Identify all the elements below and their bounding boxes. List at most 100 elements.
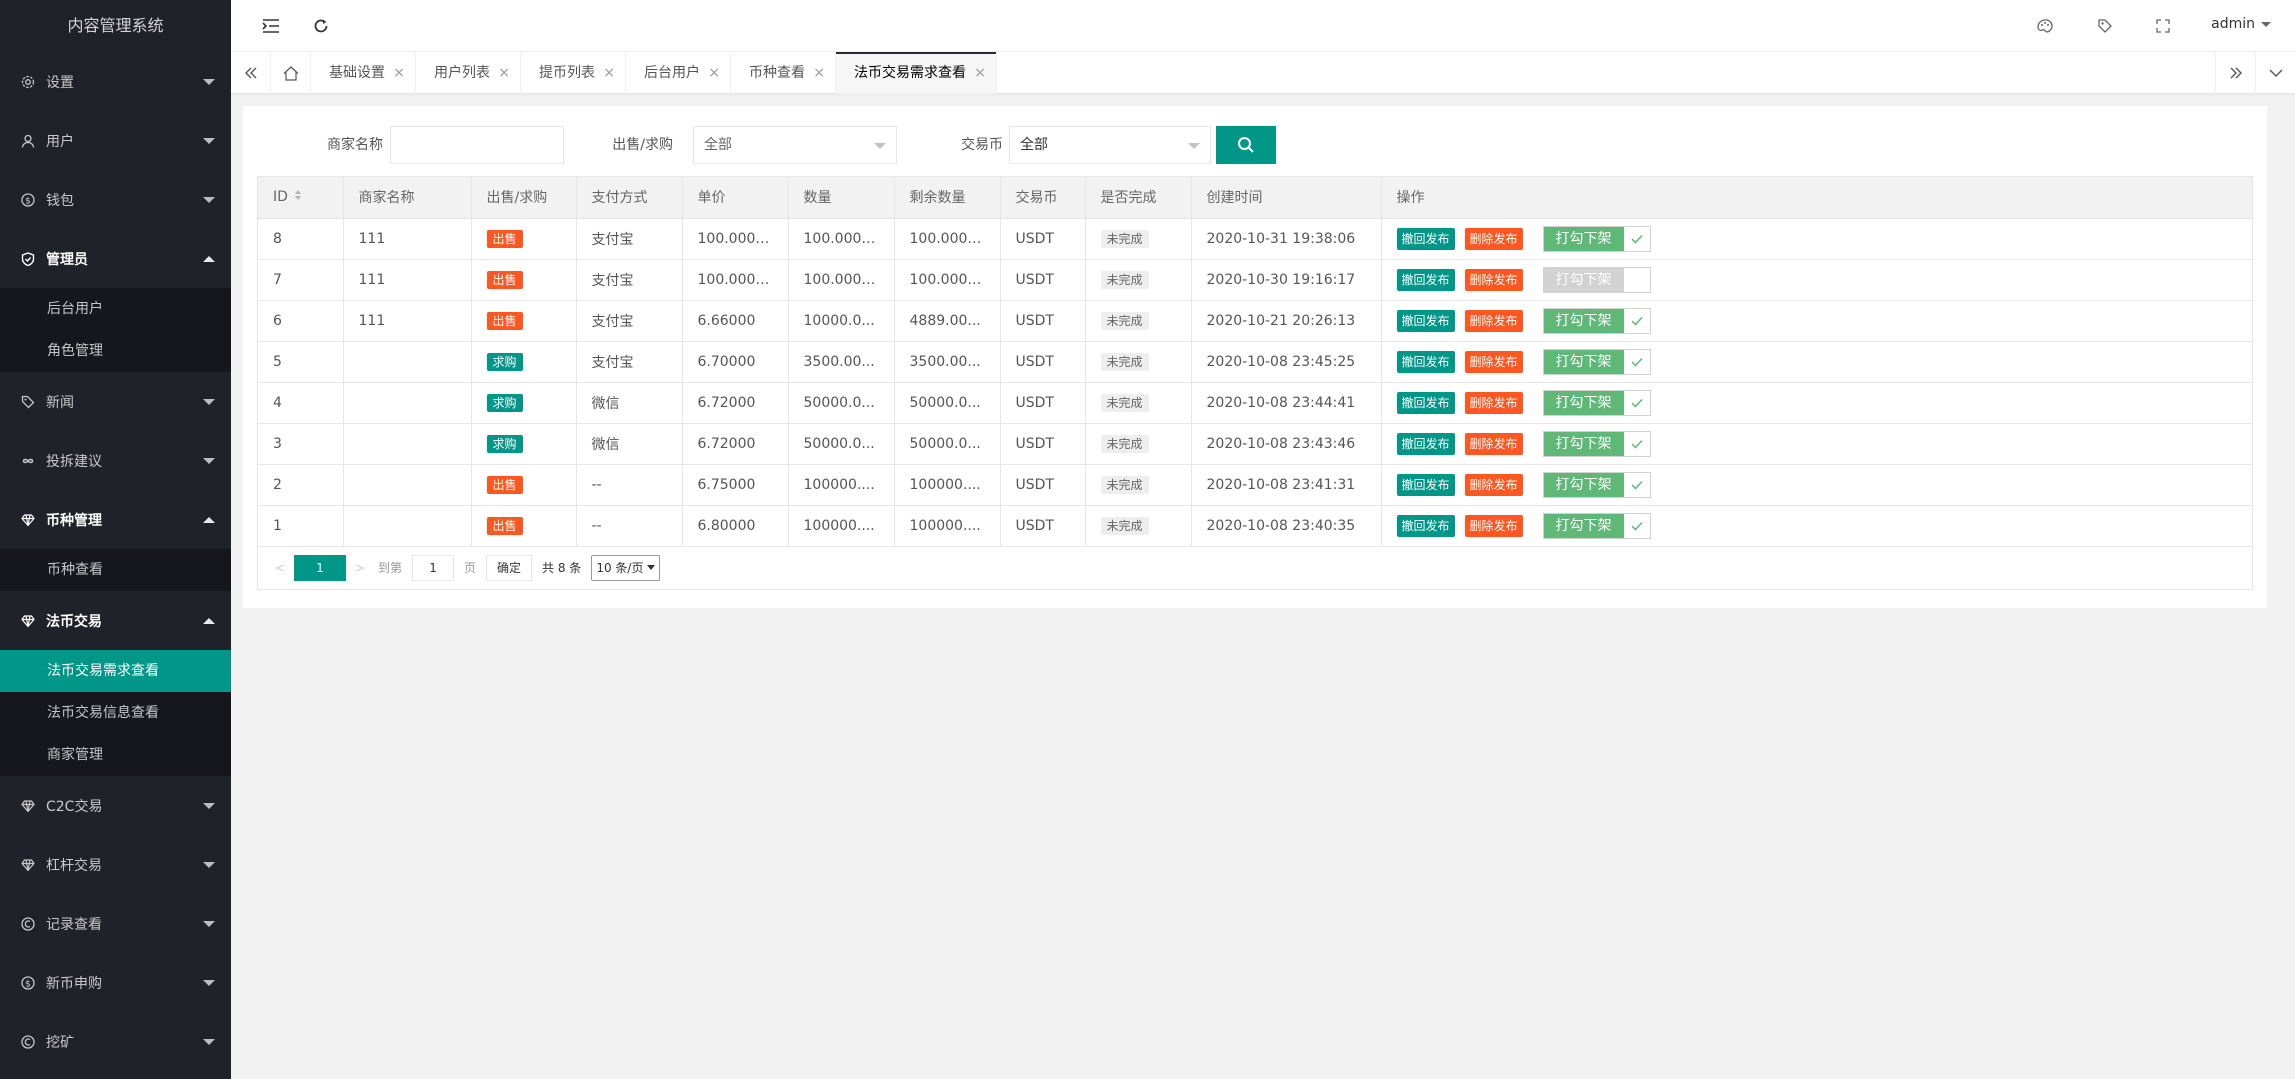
tab-item[interactable]: 后台用户 × [626,52,731,94]
goto-confirm-button[interactable]: 确定 [486,554,533,581]
revoke-button[interactable]: 撤回发布 [1396,227,1455,250]
user-menu[interactable]: admin [2211,16,2271,32]
page-size-select[interactable]: 10 条/页 [591,554,661,581]
sidebar-item-6[interactable]: 币种管理 [0,490,231,549]
type-badge: 求购 [486,352,523,371]
type-select[interactable]: 全部 [693,126,897,164]
search-form: 商家名称 出售/求购 全部 交易币 全部 [243,126,2267,164]
delist-switch[interactable]: 打勾下架 [1542,225,1651,252]
prev-page-icon[interactable]: < [272,561,288,575]
column-header-label: 剩余数量 [909,190,966,207]
revoke-button[interactable]: 撤回发布 [1396,432,1455,455]
sidebar-item-11[interactable]: $ 新币申购 [0,953,231,1012]
revoke-button[interactable]: 撤回发布 [1396,268,1455,291]
sidebar-subitem[interactable]: 币种查看 [0,549,231,591]
sidebar-item-4[interactable]: 新闻 [0,372,231,431]
tab-item[interactable]: 法币交易需求查看 × [836,52,997,94]
cell-merchant [343,423,472,465]
infinity-icon [20,453,36,469]
sidebar-submenu: 币种查看 [0,549,231,591]
sidebar-subitem[interactable]: 法币交易需求查看 [0,650,231,692]
cell-created-time: 2020-10-30 19:16:17 [1191,259,1382,301]
sidebar-item-3[interactable]: 管理员 [0,229,231,288]
delete-button[interactable]: 删除发布 [1464,350,1523,373]
delist-switch[interactable]: 打勾下架 [1542,389,1651,416]
sidebar-subitem[interactable]: 法币交易信息查看 [0,692,231,734]
sidebar-item-12[interactable]: 挖矿 [0,1012,231,1071]
sort-icon[interactable] [294,189,302,205]
close-icon[interactable]: × [974,52,986,94]
delist-switch[interactable]: 打勾下架 [1542,266,1651,293]
cell-created-time: 2020-10-31 19:38:06 [1191,218,1382,260]
sidebar-submenu: 法币交易需求查看 法币交易信息查看 商家管理 [0,650,231,776]
sidebar-item-10[interactable]: 记录查看 [0,894,231,953]
close-icon[interactable]: × [603,52,615,94]
delete-button[interactable]: 删除发布 [1464,432,1523,455]
next-page-icon[interactable]: > [352,561,368,575]
revoke-button[interactable]: 撤回发布 [1396,309,1455,332]
tab-item[interactable]: 币种查看 × [731,52,836,94]
sidebar-item-1[interactable]: 用户 [0,111,231,170]
cell-actions: 撤回发布 删除发布 打勾下架 [1381,423,2252,465]
sidebar-subitem[interactable]: 角色管理 [0,330,231,372]
column-header: 数量 [788,177,895,219]
sidebar-item-9[interactable]: 杠杆交易 [0,835,231,894]
close-icon[interactable]: × [708,52,720,94]
sidebar-subitem[interactable]: 商家管理 [0,734,231,776]
sidebar-subitem[interactable]: 后台用户 [0,288,231,330]
revoke-button[interactable]: 撤回发布 [1396,391,1455,414]
note-icon[interactable] [2095,16,2115,36]
delete-button[interactable]: 删除发布 [1464,309,1523,332]
diamond-icon [20,798,36,814]
tab-item[interactable]: 用户列表 × [416,52,521,94]
revoke-button[interactable]: 撤回发布 [1396,473,1455,496]
app-title: 内容管理系统 [0,0,231,52]
sidebar-item-label: 新币申购 [46,975,102,992]
tab-item[interactable]: 提币列表 × [521,52,626,94]
tabs-menu-icon[interactable] [2255,52,2295,94]
cell-id: 3 [258,423,344,465]
delist-switch[interactable]: 打勾下架 [1542,430,1651,457]
merchant-input[interactable] [390,126,564,164]
cell-status: 未完成 [1085,505,1192,547]
coin-select[interactable]: 全部 [1009,126,1211,164]
revoke-button[interactable]: 撤回发布 [1396,350,1455,373]
delete-button[interactable]: 删除发布 [1464,514,1523,537]
home-icon[interactable] [271,52,311,94]
tabs-next-icon[interactable] [2215,52,2255,94]
sidebar-item-7[interactable]: 法币交易 [0,591,231,650]
goto-page-input[interactable]: 1 [412,554,455,581]
search-button[interactable] [1216,126,1276,164]
column-header[interactable]: ID [258,177,344,219]
delist-switch[interactable]: 打勾下架 [1542,471,1651,498]
sidebar-item-0[interactable]: 设置 [0,52,231,111]
current-page[interactable]: 1 [294,554,346,581]
sidebar-item-5[interactable]: 投拆建议 [0,431,231,490]
type-badge: 出售 [486,311,523,330]
fullscreen-icon[interactable] [2153,16,2173,36]
delete-button[interactable]: 删除发布 [1464,473,1523,496]
revoke-button[interactable]: 撤回发布 [1396,514,1455,537]
tab-item[interactable]: 基础设置 × [311,52,416,94]
sidebar-item-label: 管理员 [46,251,88,268]
sidebar-item-8[interactable]: C2C交易 [0,776,231,835]
close-icon[interactable]: × [813,52,825,94]
svg-text:$: $ [25,979,31,989]
sidebar-item-2[interactable]: $ 钱包 [0,170,231,229]
close-icon[interactable]: × [393,52,405,94]
delist-switch[interactable]: 打勾下架 [1542,512,1651,539]
cell-type: 求购 [471,423,577,465]
tabs-prev-icon[interactable] [231,52,271,94]
delete-button[interactable]: 删除发布 [1464,391,1523,414]
delist-switch[interactable]: 打勾下架 [1542,348,1651,375]
sidebar-item-label: 钱包 [46,192,74,209]
close-icon[interactable]: × [498,52,510,94]
refresh-icon[interactable] [311,16,331,36]
delist-switch[interactable]: 打勾下架 [1542,307,1651,334]
theme-icon[interactable] [2035,16,2055,36]
delete-button[interactable]: 删除发布 [1464,268,1523,291]
delete-button[interactable]: 删除发布 [1464,227,1523,250]
flex-icon[interactable] [261,16,281,36]
cell-actions: 撤回发布 删除发布 打勾下架 [1381,505,2252,547]
tag-icon [20,394,36,410]
